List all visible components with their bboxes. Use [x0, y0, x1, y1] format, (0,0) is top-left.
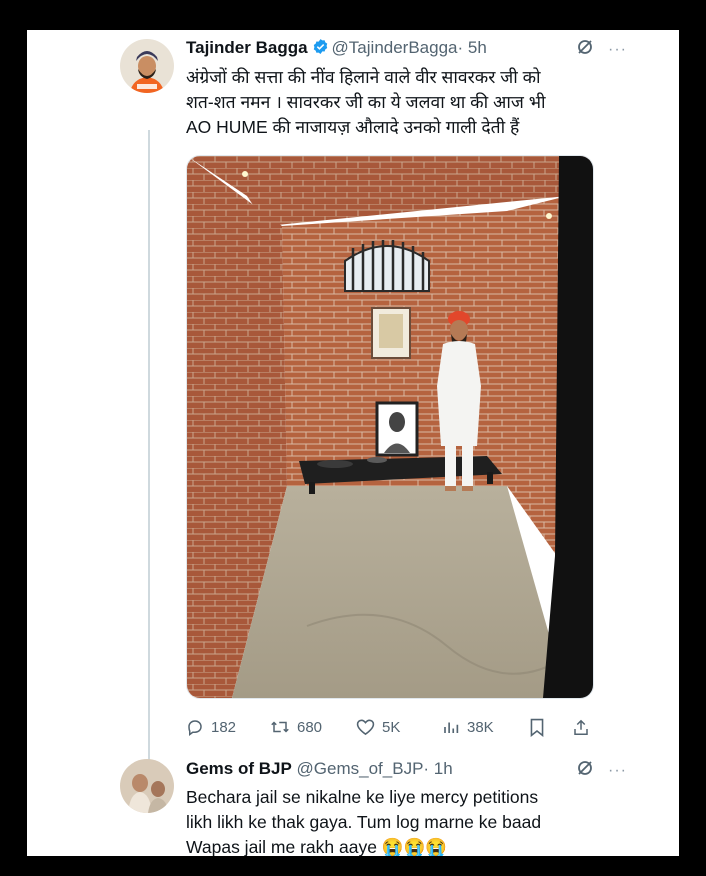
grok-icon[interactable]: [576, 38, 594, 61]
tweet-image[interactable]: [186, 155, 594, 699]
retweet-button[interactable]: 680: [270, 718, 322, 736]
screenshot-frame: Tajinder Bagga @TajinderBagga· 5h ··· अंग…: [27, 30, 679, 856]
tweet-header: Tajinder Bagga @TajinderBagga· 5h: [186, 38, 487, 60]
avatar[interactable]: [120, 39, 174, 93]
header-icons: ···: [576, 759, 627, 782]
bookmark-icon: [529, 718, 545, 737]
views-count: 38K: [467, 718, 494, 736]
reply-count: 182: [211, 718, 237, 736]
reply-icon: [186, 718, 204, 736]
grok-icon[interactable]: [576, 759, 594, 782]
tweet-reply[interactable]: Gems of BJP @Gems_of_BJP· 1h ··· Bechara…: [27, 755, 679, 856]
more-icon[interactable]: ···: [608, 41, 627, 59]
author-handle[interactable]: @Gems_of_BJP: [297, 759, 424, 778]
retweet-icon: [270, 718, 290, 736]
tweet-text: Bechara jail se nikalne ke liye mercy pe…: [186, 787, 542, 856]
header-icons: ···: [576, 38, 627, 61]
timestamp[interactable]: · 5h: [458, 38, 487, 57]
author-name[interactable]: Tajinder Bagga: [186, 38, 308, 57]
author-name[interactable]: Gems of BJP: [186, 759, 292, 778]
like-button[interactable]: 5K: [356, 718, 400, 736]
tweet-actions: 182 680 5K 38K: [186, 718, 596, 740]
avatar[interactable]: [120, 759, 174, 813]
bookmark-button[interactable]: [529, 718, 545, 737]
like-icon: [356, 718, 375, 736]
views-button[interactable]: 38K: [442, 718, 494, 736]
retweet-count: 680: [297, 718, 323, 736]
share-icon: [572, 718, 590, 737]
timestamp[interactable]: · 1h: [423, 759, 452, 778]
jail-cell-photo: [187, 156, 593, 698]
more-icon[interactable]: ···: [608, 762, 627, 780]
author-handle[interactable]: @TajinderBagga: [332, 38, 458, 57]
views-icon: [442, 718, 460, 736]
verified-badge-icon: [312, 38, 329, 60]
tweet-main[interactable]: Tajinder Bagga @TajinderBagga· 5h ··· अंग…: [27, 30, 679, 780]
like-count: 5K: [382, 718, 401, 736]
share-button[interactable]: [572, 718, 590, 737]
tweet-header: Gems of BJP @Gems_of_BJP· 1h: [186, 759, 453, 779]
reply-button[interactable]: 182: [186, 718, 236, 736]
tweet-text: अंग्रेजों की सत्ता की नींव हिलाने वाले व…: [186, 67, 546, 137]
